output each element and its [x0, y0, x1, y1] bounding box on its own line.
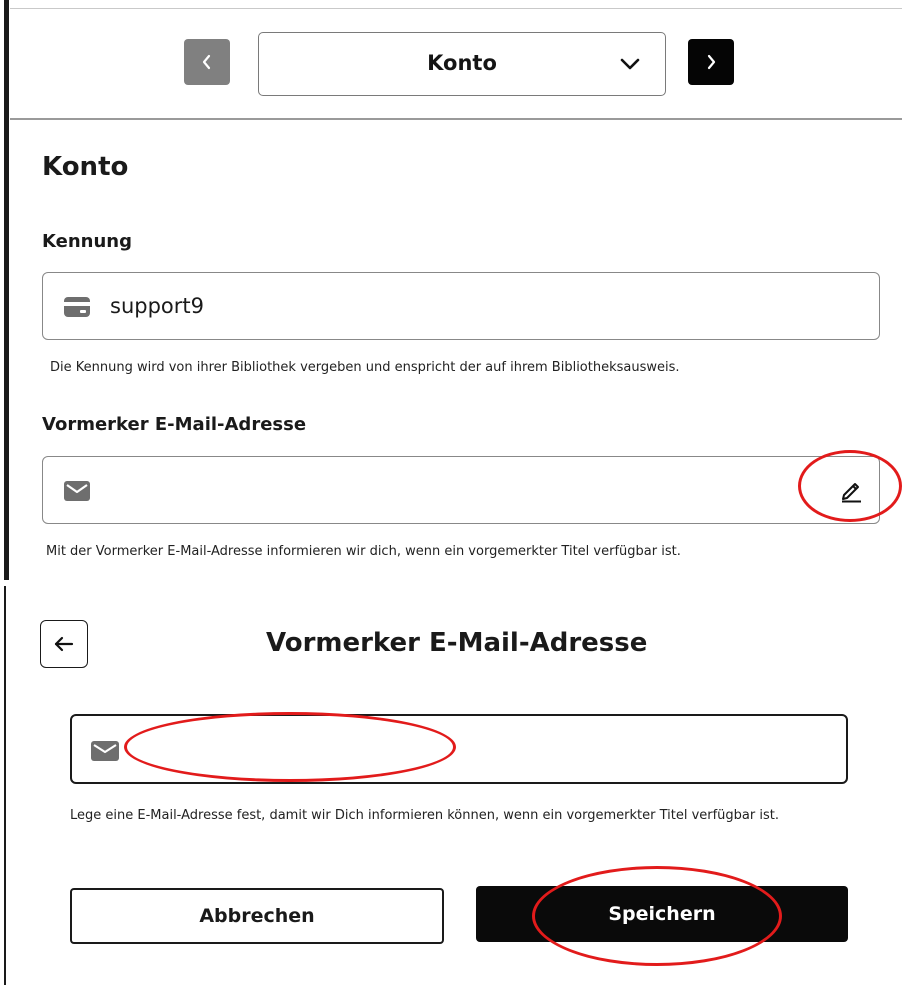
top-divider: [10, 8, 902, 9]
arrow-left-icon: [54, 636, 74, 652]
id-card-icon: [64, 297, 90, 317]
email-field: [42, 456, 880, 524]
save-button[interactable]: Speichern: [476, 886, 848, 942]
dialog-hint: Lege eine E-Mail-Adresse fest, damit wir…: [70, 808, 779, 823]
email-label: Vormerker E-Mail-Adresse: [42, 414, 307, 435]
chevron-down-icon: [620, 58, 640, 70]
kennung-field: support9: [42, 272, 880, 340]
mail-icon: [91, 741, 119, 761]
next-section-button[interactable]: [688, 39, 734, 85]
left-border: [4, 0, 9, 580]
header-divider: [10, 118, 902, 120]
dialog-title: Vormerker E-Mail-Adresse: [266, 628, 648, 658]
kennung-hint: Die Kennung wird von ihrer Bibliothek ve…: [50, 360, 680, 375]
kennung-label: Kennung: [42, 231, 132, 252]
cancel-button[interactable]: Abbrechen: [70, 888, 444, 944]
panel-separator: [0, 580, 902, 586]
page-title: Konto: [42, 152, 129, 182]
kennung-value: support9: [110, 294, 204, 318]
chevron-right-icon: [707, 54, 716, 70]
pencil-icon[interactable]: [839, 477, 865, 503]
section-selector-value: Konto: [427, 51, 497, 75]
previous-section-button[interactable]: [184, 39, 230, 85]
left-border-lower: [4, 585, 6, 985]
mail-icon: [64, 481, 90, 501]
section-selector[interactable]: Konto: [258, 32, 666, 96]
email-hint: Mit der Vormerker E-Mail-Adresse informi…: [46, 544, 681, 559]
chevron-left-icon: [202, 54, 211, 70]
back-button[interactable]: [40, 620, 88, 668]
email-input[interactable]: [70, 714, 848, 784]
